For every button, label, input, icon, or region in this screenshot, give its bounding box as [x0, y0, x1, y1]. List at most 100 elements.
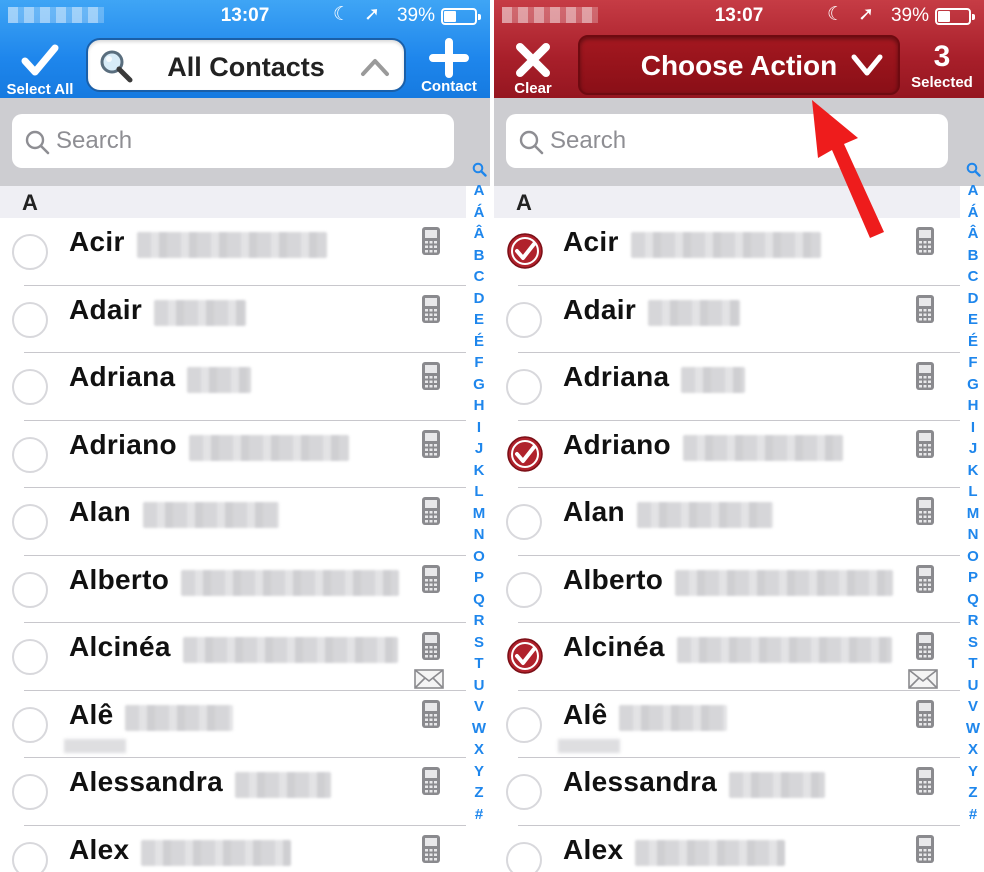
index-letter[interactable]: Z	[468, 782, 490, 804]
index-letter[interactable]: É	[962, 331, 984, 353]
index-letter[interactable]: V	[468, 696, 490, 718]
index-letter[interactable]: O	[468, 546, 490, 568]
checked-circle-icon[interactable]	[506, 637, 544, 675]
contact-row[interactable]: Alan	[494, 488, 960, 556]
index-letter[interactable]: Á	[962, 202, 984, 224]
index-letter[interactable]: K	[962, 460, 984, 482]
choose-action-dropdown[interactable]: Choose Action	[578, 35, 900, 95]
phone-icon[interactable]	[914, 766, 936, 796]
index-letter[interactable]: T	[468, 653, 490, 675]
index-letter[interactable]: V	[962, 696, 984, 718]
phone-icon[interactable]	[420, 766, 442, 796]
phone-icon[interactable]	[914, 294, 936, 324]
select-radio[interactable]	[12, 706, 48, 743]
select-radio[interactable]	[12, 301, 48, 338]
index-letter[interactable]: R	[468, 610, 490, 632]
phone-icon[interactable]	[914, 631, 936, 661]
contact-row[interactable]: Alberto	[494, 556, 960, 624]
index-letter[interactable]: B	[962, 245, 984, 267]
index-letter[interactable]: Â	[468, 223, 490, 245]
index-search-icon[interactable]	[962, 158, 984, 180]
index-letter[interactable]: L	[962, 481, 984, 503]
index-letter[interactable]: H	[962, 395, 984, 417]
alphabet-index[interactable]: A Á Â B C D E É F G H I J K L M N O P Q R S T U V W X Y Z #	[962, 158, 984, 825]
index-letter[interactable]: M	[962, 503, 984, 525]
index-letter[interactable]: Q	[468, 589, 490, 611]
contact-row[interactable]: Alcinéa	[0, 623, 466, 691]
index-letter[interactable]: A	[962, 180, 984, 202]
contact-row[interactable]: Alessandra	[494, 758, 960, 826]
index-letter[interactable]: E	[962, 309, 984, 331]
index-letter[interactable]: W	[468, 718, 490, 740]
select-radio[interactable]	[506, 774, 542, 810]
phone-icon[interactable]	[914, 496, 936, 526]
index-letter[interactable]: F	[468, 352, 490, 374]
index-letter[interactable]: É	[468, 331, 490, 353]
contact-row[interactable]: Alan	[0, 488, 466, 556]
contact-row[interactable]: Adriano	[494, 421, 960, 489]
phone-icon[interactable]	[420, 226, 442, 256]
index-search-icon[interactable]	[468, 158, 490, 180]
phone-icon[interactable]	[914, 564, 936, 594]
phone-icon[interactable]	[420, 834, 442, 864]
index-letter[interactable]: B	[468, 245, 490, 267]
index-letter[interactable]: J	[468, 438, 490, 460]
select-radio[interactable]	[12, 436, 48, 473]
contact-row[interactable]: Adriana	[494, 353, 960, 421]
select-radio[interactable]	[506, 301, 542, 338]
search-input[interactable]	[56, 124, 436, 158]
index-letter[interactable]: W	[962, 718, 984, 740]
index-letter[interactable]: Q	[962, 589, 984, 611]
contact-row[interactable]: Alcinéa	[494, 623, 960, 691]
index-letter[interactable]: E	[468, 309, 490, 331]
index-letter[interactable]: U	[962, 675, 984, 697]
select-radio[interactable]	[506, 706, 542, 743]
index-letter[interactable]: Y	[468, 761, 490, 783]
alphabet-index[interactable]: A Á Â B C D E É F G H I J K L M N O P Q R S T U V W X Y Z #	[468, 158, 490, 825]
select-radio[interactable]	[12, 639, 48, 675]
checked-circle-icon[interactable]	[506, 232, 544, 270]
index-letter[interactable]: Z	[962, 782, 984, 804]
index-letter[interactable]: J	[962, 438, 984, 460]
index-letter[interactable]: C	[468, 266, 490, 288]
contact-row[interactable]: Alex	[494, 826, 960, 872]
select-radio[interactable]	[12, 504, 48, 540]
contact-row[interactable]: Alessandra	[0, 758, 466, 826]
phone-icon[interactable]	[420, 294, 442, 324]
contact-row[interactable]: Alê	[494, 691, 960, 759]
index-letter[interactable]: N	[468, 524, 490, 546]
index-letter[interactable]: D	[962, 288, 984, 310]
search-input[interactable]	[550, 124, 930, 158]
select-radio[interactable]	[12, 774, 48, 810]
index-letter[interactable]: L	[468, 481, 490, 503]
phone-icon[interactable]	[420, 564, 442, 594]
index-letter[interactable]: Y	[962, 761, 984, 783]
mail-icon[interactable]	[414, 669, 444, 689]
select-radio[interactable]	[12, 841, 48, 872]
phone-icon[interactable]	[420, 429, 442, 459]
index-letter[interactable]: #	[962, 804, 984, 826]
phone-icon[interactable]	[420, 699, 442, 729]
index-letter[interactable]: N	[962, 524, 984, 546]
mail-icon[interactable]	[908, 669, 938, 689]
contact-row[interactable]: Adriana	[0, 353, 466, 421]
index-letter[interactable]: K	[468, 460, 490, 482]
contact-row[interactable]: Acir	[0, 218, 466, 286]
contact-group-picker[interactable]: All Contacts	[86, 38, 406, 92]
select-radio[interactable]	[506, 369, 542, 405]
select-radio[interactable]	[12, 234, 48, 270]
phone-icon[interactable]	[914, 834, 936, 864]
search-box[interactable]	[506, 114, 948, 168]
phone-icon[interactable]	[914, 226, 936, 256]
contact-row[interactable]: Acir	[494, 218, 960, 286]
contact-row[interactable]: Adriano	[0, 421, 466, 489]
clear-button[interactable]: Clear	[506, 40, 560, 97]
phone-icon[interactable]	[914, 429, 936, 459]
index-letter[interactable]: C	[962, 266, 984, 288]
contact-row[interactable]: Adair	[494, 286, 960, 354]
index-letter[interactable]: M	[468, 503, 490, 525]
index-letter[interactable]: T	[962, 653, 984, 675]
index-letter[interactable]: I	[962, 417, 984, 439]
index-letter[interactable]: F	[962, 352, 984, 374]
index-letter[interactable]: O	[962, 546, 984, 568]
